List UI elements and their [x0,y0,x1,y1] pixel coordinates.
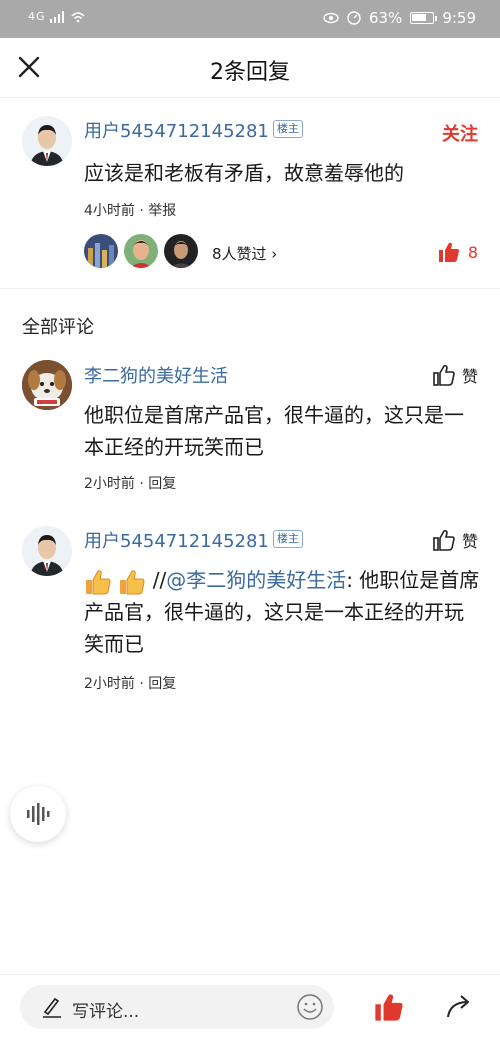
liker-avatar[interactable] [124,234,158,268]
signal-icon [50,11,65,23]
thumbs-up-icon [433,529,455,551]
comment-placeholder: 写评论... [72,1002,140,1022]
battery-icon [410,12,438,24]
reply-text: //@李二狗的美好生活: 他职位是首席产品官，很牛逼的，这只是一本正经的开玩笑而… [84,564,480,660]
header: 2条回复 [0,38,500,98]
comment-input[interactable]: 写评论... [20,985,334,1029]
op-badge: 楼主 [273,530,303,548]
follow-button[interactable]: 关注 [442,120,478,146]
reply-username[interactable]: 用户5454712145281 [84,527,269,553]
speed-icon [347,11,361,25]
voice-wave-icon [27,803,50,825]
clock: 9:59 [442,9,476,27]
reply-text: 他职位是首席产品官，很牛逼的，这只是一本正经的开玩笑而已 [84,403,464,459]
thumbs-up-filled-icon[interactable] [374,992,404,1022]
voice-input-button[interactable] [10,786,66,842]
status-bar: 4G 63% 9:59 [0,0,500,38]
reply-meta[interactable]: 2小时前 · 回复 [84,673,176,693]
section-title: 全部评论 [22,317,94,338]
city-avatar-icon [84,234,118,268]
avatar[interactable] [22,116,72,166]
avatar[interactable] [22,526,72,576]
share-icon[interactable] [444,991,474,1021]
pencil-icon [43,997,61,1018]
original-comment-text: 应该是和老板有矛盾，故意羞辱他的 [84,161,404,185]
likers-count-link[interactable]: 8人赞过 › [212,243,277,264]
wifi-icon [71,12,85,23]
likers-avatars[interactable] [84,234,198,268]
thumbs-up-filled-icon [438,242,459,262]
battery-percent: 63% [368,9,403,27]
reply-prefix: // [152,568,167,592]
like-count: 8 [467,242,478,262]
bottom-bar: 写评论... [0,974,500,1038]
page-title: 2条回复 [210,60,290,85]
person-avatar-icon [124,234,158,268]
like-button[interactable]: 8 [438,241,478,263]
like-label: 赞 [461,367,478,386]
divider [0,288,500,289]
reply-meta[interactable]: 2小时前 · 回复 [84,473,176,493]
author-username[interactable]: 用户5454712145281 [84,117,269,143]
thumbs-up-emoji-icon [86,569,111,594]
avatar[interactable] [22,360,72,410]
reply-username[interactable]: 李二狗的美好生活 [84,362,228,388]
person-avatar-icon [164,234,198,268]
man-avatar-icon [22,116,72,166]
eye-icon [323,12,339,24]
man-avatar-icon [22,526,72,576]
like-button[interactable]: 赞 [432,363,478,387]
thumbs-up-emoji-icon [120,569,145,594]
thumbs-up-icon [433,364,455,386]
mention-link[interactable]: @李二狗的美好生活 [166,568,346,592]
liker-avatar[interactable] [84,234,118,268]
network-indicator: 4G [28,10,85,23]
like-label: 赞 [461,532,478,551]
status-right: 63% 9:59 [323,9,476,27]
dog-avatar-icon [22,360,72,410]
emoji-smile-icon[interactable] [296,993,324,1021]
op-badge: 楼主 [273,120,303,138]
network-label: 4G [28,10,46,23]
like-button[interactable]: 赞 [432,528,478,552]
liker-avatar[interactable] [164,234,198,268]
original-comment-meta[interactable]: 4小时前 · 举报 [84,200,176,220]
